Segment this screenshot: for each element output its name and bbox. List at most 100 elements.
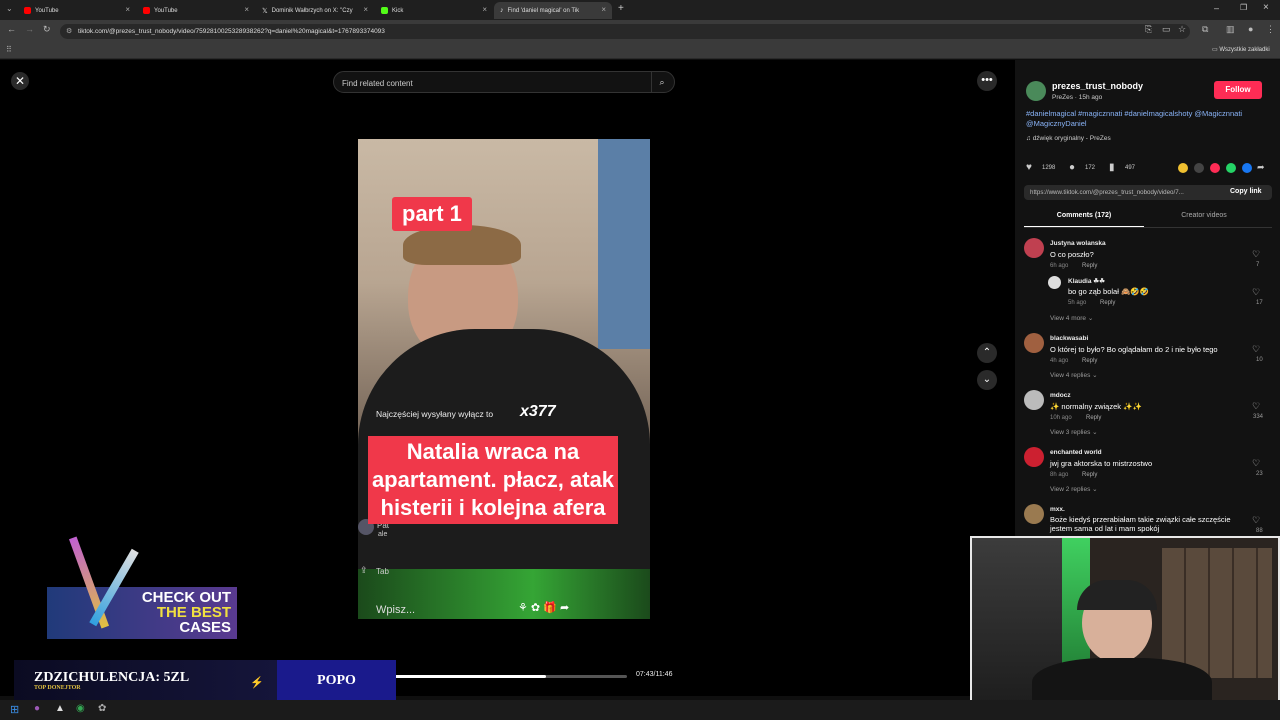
comment-icon[interactable]: ● — [1069, 162, 1075, 173]
comment-like-icon[interactable]: ♡ — [1252, 249, 1260, 260]
comment-like-icon[interactable]: ♡ — [1252, 401, 1260, 412]
reply-button[interactable]: Reply — [1086, 415, 1101, 421]
creator-avatar[interactable] — [1026, 81, 1046, 101]
view-more-replies[interactable]: View 2 replies ⌄ — [1050, 485, 1098, 493]
previous-video-button[interactable]: ⌃ — [977, 343, 997, 363]
avatar[interactable] — [1024, 333, 1044, 353]
comment-like-icon[interactable]: ♡ — [1252, 344, 1260, 355]
tab-tiktok[interactable]: ♪ Find 'daniel magical' on Tik × — [494, 2, 612, 19]
part-label: part 1 — [392, 197, 472, 231]
embed-icon[interactable] — [1194, 163, 1204, 173]
minimize-button[interactable]: – — [1214, 3, 1219, 13]
translate-icon[interactable]: ⎘ — [1145, 24, 1152, 35]
comment-like-icon[interactable]: ♡ — [1252, 287, 1260, 298]
reply-button[interactable]: Reply — [1082, 358, 1097, 364]
all-bookmarks-folder[interactable]: ▭ Wszystkie zakładki — [1212, 46, 1270, 53]
video-time: 07:43/11:46 — [636, 671, 673, 678]
taskbar-app-icon[interactable]: ▲ — [55, 703, 65, 714]
comment-user[interactable]: enchanted world — [1050, 449, 1102, 456]
reply-button[interactable]: Reply — [1082, 263, 1097, 269]
more-options-icon[interactable]: ••• — [977, 71, 997, 91]
view-more-replies[interactable]: View 4 replies ⌄ — [1050, 371, 1098, 379]
progress-track[interactable] — [395, 675, 627, 678]
avatar[interactable] — [1048, 276, 1061, 289]
cast-icon[interactable]: ▭ — [1162, 24, 1171, 35]
share-icon[interactable]: ➦ — [1257, 162, 1265, 173]
comment-like-icon[interactable]: ♡ — [1252, 515, 1260, 526]
sound-link[interactable]: ♫ dźwięk oryginalny - PreZes — [1026, 135, 1111, 142]
view-more-replies[interactable]: View 4 more ⌄ — [1050, 314, 1093, 322]
repost-icon[interactable] — [1178, 163, 1188, 173]
promo-text: CHECK OUT THE BEST CASES — [133, 590, 231, 635]
bookmark-star-icon[interactable]: ☆ — [1178, 24, 1186, 35]
comment-time: 8h ago — [1050, 472, 1069, 478]
tab-x-post[interactable]: 𝕏 Dominik Wałbrzych on X: "Czy × — [256, 2, 374, 19]
maximize-button[interactable]: ❐ — [1240, 3, 1247, 12]
save-icon[interactable]: ▮ — [1109, 162, 1115, 173]
forward-icon[interactable]: → — [25, 24, 34, 34]
start-icon[interactable]: ⊞ — [10, 703, 19, 716]
close-icon[interactable]: × — [601, 5, 606, 14]
whatsapp-icon[interactable] — [1226, 163, 1236, 173]
menu-kebab-icon[interactable]: ⋮ — [1266, 24, 1275, 35]
tab-youtube-2[interactable]: YouTube × — [137, 2, 255, 19]
tab-search-icon[interactable]: ⌄ — [6, 4, 13, 13]
sound-label: dźwięk oryginalny - PreZes — [1032, 135, 1111, 142]
close-icon[interactable]: × — [125, 5, 130, 14]
comment-text: Boże kiedyś przerabiałam takie związki c… — [1050, 515, 1231, 533]
comment-user[interactable]: Klaudia ☘☘ — [1068, 277, 1105, 285]
headphones-shape — [1077, 580, 1157, 610]
tab-kick[interactable]: Kick × — [375, 2, 493, 19]
window-close-button[interactable]: × — [1263, 2, 1269, 13]
taskbar-app-icon[interactable]: ● — [34, 703, 40, 714]
comment-like-count: 7 — [1256, 262, 1260, 268]
comment-user[interactable]: blackwasabi — [1050, 335, 1088, 342]
close-icon[interactable]: × — [482, 5, 487, 14]
avatar[interactable] — [1024, 390, 1044, 410]
taskbar-app-icon[interactable]: ✿ — [98, 703, 106, 714]
reload-icon[interactable]: ↻ — [43, 24, 51, 35]
comment-text: jwj gra aktorska to mistrzostwo — [1050, 459, 1153, 468]
new-tab-button[interactable]: + — [618, 3, 624, 14]
comment-user[interactable]: mdocz — [1050, 392, 1071, 399]
tab-youtube-1[interactable]: YouTube × — [18, 2, 136, 19]
apps-grid-icon[interactable]: ⠿ — [6, 45, 12, 54]
comment-time: 4h ago — [1050, 358, 1069, 364]
kick-icon — [381, 7, 388, 14]
copy-link-button[interactable]: Copy link — [1230, 188, 1262, 195]
close-viewer-button[interactable]: ✕ — [11, 72, 29, 90]
tabs-divider — [1024, 227, 1272, 228]
comment-like-icon[interactable]: ♡ — [1252, 458, 1260, 469]
like-icon[interactable]: ♥ — [1026, 162, 1032, 173]
search-icon[interactable]: ⌕ — [651, 72, 672, 92]
creator-username[interactable]: prezes_trust_nobody — [1052, 81, 1143, 91]
avatar[interactable] — [1024, 238, 1044, 258]
tab-comments[interactable]: Comments (172) — [1024, 208, 1144, 228]
comment-user[interactable]: Justyna wolanska — [1050, 240, 1106, 247]
video-player[interactable]: part 1 Najczęściej wysyłany wyłącz to x3… — [358, 139, 650, 619]
back-icon[interactable]: ← — [7, 24, 16, 34]
view-more-label: View 3 replies — [1050, 429, 1091, 436]
follow-button[interactable]: Follow — [1214, 81, 1262, 99]
facebook-icon[interactable] — [1242, 163, 1252, 173]
avatar[interactable] — [1024, 504, 1044, 524]
send-icon[interactable] — [1210, 163, 1220, 173]
extensions-icon[interactable]: ⧉ — [1202, 24, 1208, 35]
search-input[interactable] — [340, 75, 644, 91]
reply-button[interactable]: Reply — [1082, 472, 1097, 478]
close-icon[interactable]: × — [363, 5, 368, 14]
profile-icon[interactable]: ● — [1248, 24, 1253, 34]
reply-button[interactable]: Reply — [1100, 300, 1115, 306]
comment-item: blackwasabi O której to było? Bo oglądał… — [1024, 333, 1272, 373]
url-field[interactable]: ⚙ tiktok.com/@prezes_trust_nobody/video/… — [60, 24, 1190, 39]
tab-creator-videos[interactable]: Creator videos — [1144, 208, 1264, 226]
next-video-button[interactable]: ⌄ — [977, 370, 997, 390]
close-icon[interactable]: × — [244, 5, 249, 14]
comment-user[interactable]: mxx. — [1050, 506, 1065, 513]
sidebar-icon[interactable]: ▥ — [1226, 24, 1235, 35]
post-hashtags[interactable]: #danielmagical #magicznnati #danielmagic… — [1026, 109, 1246, 129]
view-more-replies[interactable]: View 3 replies ⌄ — [1050, 428, 1098, 436]
avatar[interactable] — [1024, 447, 1044, 467]
site-info-icon[interactable]: ⚙ — [66, 24, 72, 39]
chrome-icon[interactable]: ◉ — [76, 703, 85, 714]
